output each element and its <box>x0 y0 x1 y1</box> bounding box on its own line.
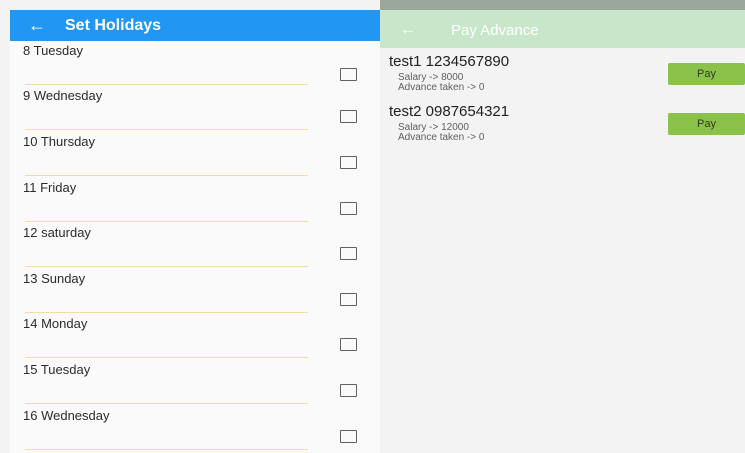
pay-button[interactable]: Pay <box>668 63 745 85</box>
holiday-day-label: 11 Friday <box>23 180 77 195</box>
holiday-list-item: 11 Friday <box>10 178 380 223</box>
holiday-day-label: 13 Sunday <box>23 271 86 286</box>
holiday-day-label: 9 Wednesday <box>23 88 103 103</box>
set-holidays-app-bar: ← Set Holidays <box>10 10 380 41</box>
holiday-day-label: 15 Tuesday <box>23 362 91 377</box>
page-title: Set Holidays <box>65 17 162 34</box>
employee-list-item: test2 0987654321 Salary -> 12000 Advance… <box>380 103 745 153</box>
holiday-day-label: 12 saturday <box>23 225 91 240</box>
holiday-checkbox[interactable] <box>340 293 357 306</box>
holiday-list-item: 14 Monday <box>10 314 380 359</box>
holiday-day-label: 8 Tuesday <box>23 43 83 58</box>
page-title: Pay Advance <box>451 22 539 39</box>
divider <box>25 129 308 130</box>
holiday-list-item: 10 Thursday <box>10 132 380 177</box>
holiday-list-item: 12 saturday <box>10 223 380 268</box>
arrow-left-icon[interactable]: ← <box>28 15 46 35</box>
holiday-day-label: 16 Wednesday <box>23 408 110 423</box>
holiday-checkbox[interactable] <box>340 338 357 351</box>
divider <box>25 84 308 85</box>
employee-name: test1 1234567890 <box>389 53 510 70</box>
holiday-checkbox[interactable] <box>340 384 357 397</box>
holiday-list-item: 16 Wednesday <box>10 406 380 451</box>
divider <box>25 449 308 450</box>
divider <box>25 403 308 404</box>
pay-button[interactable]: Pay <box>668 113 745 135</box>
holiday-list-item: 8 Tuesday <box>10 41 380 86</box>
holiday-list-item: 13 Sunday <box>10 269 380 314</box>
arrow-left-icon[interactable]: ← <box>400 20 416 40</box>
divider <box>25 357 308 358</box>
holiday-checkbox[interactable] <box>340 110 357 123</box>
pay-advance-screen: ← Pay Advance test1 1234567890 Salary ->… <box>380 0 745 453</box>
status-bar <box>380 0 745 10</box>
set-holidays-screen: ← Set Holidays 8 Tuesday 9 Wednesday 10 … <box>10 10 380 453</box>
holiday-checkbox[interactable] <box>340 156 357 169</box>
holiday-day-label: 10 Thursday <box>23 134 96 149</box>
divider <box>25 312 308 313</box>
holiday-day-label: 14 Monday <box>23 316 88 331</box>
divider <box>25 221 308 222</box>
holiday-checkbox[interactable] <box>340 68 357 81</box>
pay-advance-app-bar: ← Pay Advance <box>380 10 745 48</box>
divider <box>25 175 308 176</box>
holiday-checkbox[interactable] <box>340 202 357 215</box>
employee-advance-taken: Advance taken -> 0 <box>398 132 485 143</box>
employee-name: test2 0987654321 <box>389 103 510 120</box>
divider <box>25 266 308 267</box>
holiday-checkbox[interactable] <box>340 247 357 260</box>
employee-advance-taken: Advance taken -> 0 <box>398 82 485 93</box>
holiday-list-item: 15 Tuesday <box>10 360 380 405</box>
holiday-list-item: 9 Wednesday <box>10 86 380 131</box>
holiday-checkbox[interactable] <box>340 430 357 443</box>
employee-list-item: test1 1234567890 Salary -> 8000 Advance … <box>380 53 745 103</box>
